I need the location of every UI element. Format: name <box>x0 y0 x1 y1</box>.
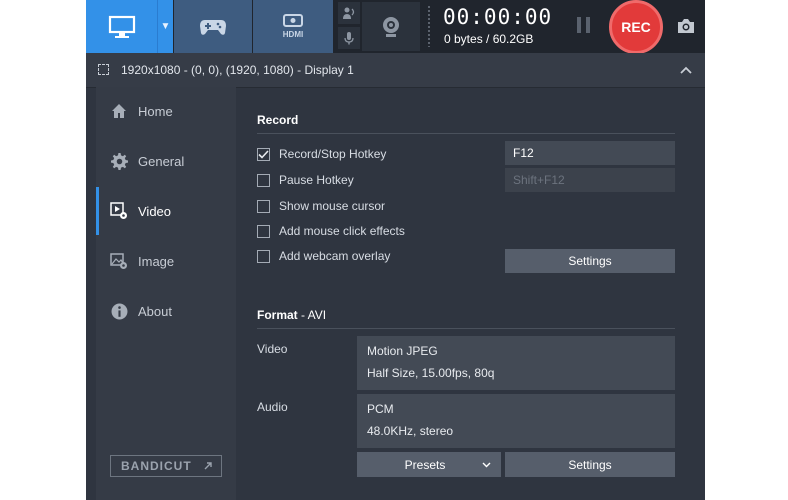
monitor-icon <box>108 15 135 38</box>
webcam-toggle[interactable] <box>362 2 420 51</box>
hdmi-label: HDMI <box>282 30 304 39</box>
sidebar-item-about[interactable]: About <box>96 291 236 331</box>
record-hotkey-field[interactable]: F12 <box>505 141 675 165</box>
select-area-icon[interactable] <box>98 64 109 75</box>
display-info: 1920x1080 - (0, 0), (1920, 1080) - Displ… <box>121 63 354 77</box>
external-link-icon <box>204 462 212 470</box>
chevron-down-icon: ▼ <box>160 21 171 32</box>
webcam-settings-button[interactable]: Settings <box>505 249 675 273</box>
option-label: Add mouse click effects <box>279 224 405 238</box>
video-details: Half Size, 15.00fps, 80q <box>367 366 495 380</box>
sidebar-item-label: About <box>138 303 172 319</box>
sidebar-item-label: Home <box>138 103 173 119</box>
format-container: - AVI <box>301 308 327 322</box>
top-toolbar: ▼ HDMI 00:00:00 0 bytes / 60.2GB REC <box>86 0 705 54</box>
checkbox[interactable] <box>257 173 270 187</box>
chevron-down-icon <box>482 462 491 468</box>
divider <box>257 328 675 329</box>
video-settings-panel: Record Record/Stop Hotkey Pause Hotkey S… <box>257 87 705 500</box>
mode-dropdown-button[interactable]: ▼ <box>157 0 173 53</box>
format-section-title: Format - AVI <box>257 308 327 322</box>
bandicut-label: BANDICUT <box>121 459 192 473</box>
presets-button[interactable]: Presets <box>357 452 501 477</box>
video-codec: Motion JPEG <box>367 344 438 358</box>
pause-button[interactable] <box>577 17 593 35</box>
audio-codec: PCM <box>367 402 394 416</box>
microphone-icon <box>344 32 354 45</box>
check-icon <box>258 149 269 159</box>
show-cursor-option[interactable]: Show mouse cursor <box>257 197 385 215</box>
sidebar-item-label: Image <box>138 253 175 269</box>
chevron-up-icon <box>680 66 692 74</box>
pause-hotkey-field[interactable]: Shift+F12 <box>505 168 675 192</box>
separator-dots <box>426 5 432 47</box>
option-label: Show mouse cursor <box>279 199 386 213</box>
device-mode-button[interactable]: HDMI <box>253 0 333 53</box>
settings-sidebar: Home General Video Image About BANDICUT <box>96 87 236 500</box>
divider <box>257 133 675 134</box>
audio-details: 48.0KHz, stereo <box>367 424 454 438</box>
screenshot-button[interactable] <box>675 15 697 37</box>
checkbox[interactable] <box>257 199 270 213</box>
record-section-title: Record <box>257 113 299 127</box>
bandicut-link[interactable]: BANDICUT <box>110 455 222 477</box>
speaker-person-icon <box>343 7 355 19</box>
video-format-box: Motion JPEG Half Size, 15.00fps, 80q <box>357 336 675 390</box>
pause-hotkey-option[interactable]: Pause Hotkey <box>257 171 354 189</box>
sidebar-item-label: General <box>138 153 185 169</box>
checkbox[interactable] <box>257 224 270 238</box>
speaker-toggle[interactable] <box>338 2 360 24</box>
video-settings-icon <box>110 202 128 220</box>
record-hotkey-option[interactable]: Record/Stop Hotkey <box>257 145 386 163</box>
audio-format-label: Audio <box>257 400 288 414</box>
audio-format-box: PCM 48.0KHz, stereo <box>357 394 675 448</box>
checkbox-checked[interactable] <box>257 147 270 161</box>
sidebar-item-video[interactable]: Video <box>96 187 236 235</box>
click-effects-option[interactable]: Add mouse click effects <box>257 222 405 240</box>
webcam-overlay-option[interactable]: Add webcam overlay <box>257 247 390 265</box>
video-format-label: Video <box>257 342 288 356</box>
display-selection-bar: 1920x1080 - (0, 0), (1920, 1080) - Displ… <box>86 53 705 88</box>
rec-button[interactable]: REC <box>609 0 663 54</box>
image-icon <box>110 252 128 270</box>
home-icon <box>110 102 128 120</box>
recording-options <box>338 2 360 51</box>
app-window: ▼ HDMI 00:00:00 0 bytes / 60.2GB REC 192… <box>86 0 705 500</box>
format-settings-button[interactable]: Settings <box>505 452 675 477</box>
option-label: Add webcam overlay <box>279 249 391 263</box>
game-mode-button[interactable] <box>174 0 252 53</box>
option-label: Record/Stop Hotkey <box>279 147 387 161</box>
recording-timer: 00:00:00 <box>443 5 553 29</box>
sidebar-item-general[interactable]: General <box>96 141 236 181</box>
checkbox[interactable] <box>257 249 270 263</box>
gamepad-icon <box>200 19 226 35</box>
sidebar-item-home[interactable]: Home <box>96 91 236 131</box>
camera-icon <box>678 19 694 33</box>
microphone-toggle[interactable] <box>338 27 360 49</box>
sidebar-item-image[interactable]: Image <box>96 241 236 281</box>
webcam-icon <box>383 16 399 37</box>
hdmi-icon <box>283 14 303 27</box>
screen-mode-button[interactable] <box>86 0 157 53</box>
sidebar-item-label: Video <box>138 203 172 219</box>
collapse-button[interactable] <box>678 62 694 78</box>
pause-icon <box>577 17 581 33</box>
gear-icon <box>110 152 128 170</box>
option-label: Pause Hotkey <box>279 173 354 187</box>
info-icon <box>110 302 128 320</box>
file-size-readout: 0 bytes / 60.2GB <box>444 32 534 46</box>
